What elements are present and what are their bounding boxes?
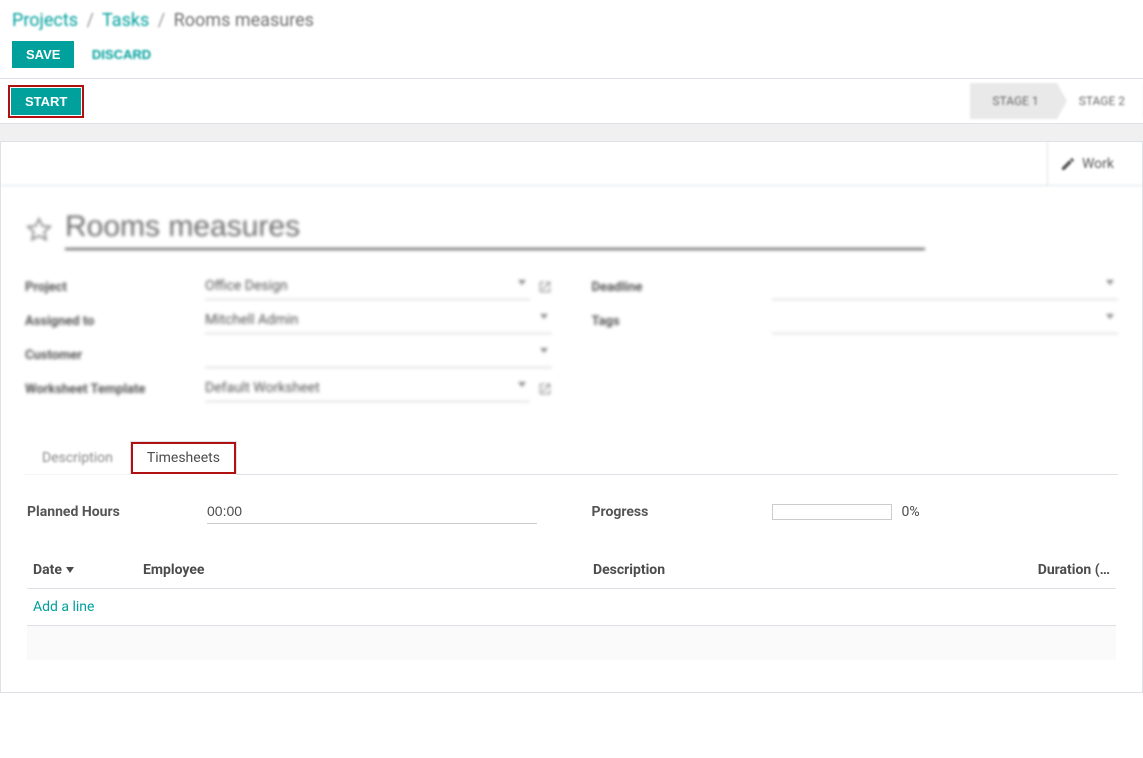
project-field[interactable]: Office Design: [205, 274, 530, 300]
stage-flow: STAGE 1 STAGE 2: [970, 83, 1143, 119]
progress-bar: [772, 504, 892, 520]
status-bar: START STAGE 1 STAGE 2: [0, 78, 1143, 124]
worksheet-template-label: Worksheet Template: [25, 382, 205, 397]
status-gap: [0, 124, 1143, 142]
chevron-down-icon: [1106, 280, 1114, 285]
col-description[interactable]: Description: [587, 552, 1016, 589]
chevron-down-icon: [540, 314, 548, 319]
chevron-down-icon: [540, 348, 548, 353]
breadcrumb-sep: /: [158, 10, 165, 31]
sort-desc-icon: [66, 567, 74, 573]
form-columns: Project Office Design Assigned to Mitche…: [25, 270, 1118, 406]
deadline-field[interactable]: [772, 274, 1119, 300]
customer-field[interactable]: [205, 342, 552, 368]
stage-1[interactable]: STAGE 1: [970, 83, 1056, 119]
project-label: Project: [25, 280, 205, 295]
external-link-icon[interactable]: [538, 382, 552, 396]
breadcrumb-sep: /: [86, 10, 93, 31]
title-row: [25, 210, 1118, 250]
external-link-icon[interactable]: [538, 280, 552, 294]
worksheet-stat-label: Work: [1082, 156, 1114, 172]
assigned-label: Assigned to: [25, 314, 205, 329]
control-panel-buttons: SAVE DISCARD: [0, 37, 1143, 78]
worksheet-template-field[interactable]: Default Worksheet: [205, 376, 530, 402]
task-title-input[interactable]: [65, 210, 925, 250]
tags-field[interactable]: [772, 308, 1119, 334]
chevron-down-icon: [1106, 314, 1114, 319]
worksheet-stat-button[interactable]: Work: [1047, 142, 1126, 185]
col-date[interactable]: Date: [27, 552, 137, 589]
star-icon[interactable]: [25, 216, 53, 244]
breadcrumb-projects[interactable]: Projects: [12, 10, 78, 31]
add-line-link[interactable]: Add a line: [33, 599, 94, 615]
planned-hours-label: Planned Hours: [27, 504, 207, 520]
breadcrumb: Projects / Tasks / Rooms measures: [0, 0, 1143, 37]
tab-timesheets-content: Planned Hours Progress 0% Date Employee …: [25, 475, 1118, 668]
customer-label: Customer: [25, 348, 205, 363]
breadcrumb-tasks[interactable]: Tasks: [102, 10, 149, 31]
col-duration[interactable]: Duration (…: [1016, 552, 1116, 589]
discard-button[interactable]: DISCARD: [78, 41, 165, 68]
table-row: Add a line: [27, 589, 1116, 626]
tags-label: Tags: [592, 314, 772, 329]
assigned-field[interactable]: Mitchell Admin: [205, 308, 552, 334]
table-total-row: [27, 626, 1116, 660]
planned-hours-input[interactable]: [207, 499, 537, 524]
start-button[interactable]: START: [11, 88, 81, 115]
pencil-icon: [1060, 156, 1076, 172]
notebook-tabs: Description Timesheets: [25, 440, 1118, 475]
stage-2[interactable]: STAGE 2: [1057, 83, 1143, 119]
col-employee[interactable]: Employee: [137, 552, 587, 589]
timesheet-table: Date Employee Description Duration (… Ad…: [27, 552, 1116, 660]
progress-label: Progress: [592, 504, 772, 520]
tab-description[interactable]: Description: [25, 441, 130, 475]
progress-percent: 0%: [902, 504, 920, 520]
chevron-down-icon: [518, 382, 526, 387]
chevron-down-icon: [518, 280, 526, 285]
breadcrumb-current: Rooms measures: [174, 10, 314, 31]
start-highlight: START: [8, 85, 84, 118]
save-button[interactable]: SAVE: [12, 41, 74, 68]
stat-button-box: Work: [1, 142, 1142, 186]
form-sheet: Work Project Office Design Assigned to: [0, 142, 1143, 693]
deadline-label: Deadline: [592, 280, 772, 295]
tab-timesheets[interactable]: Timesheets: [130, 441, 237, 475]
